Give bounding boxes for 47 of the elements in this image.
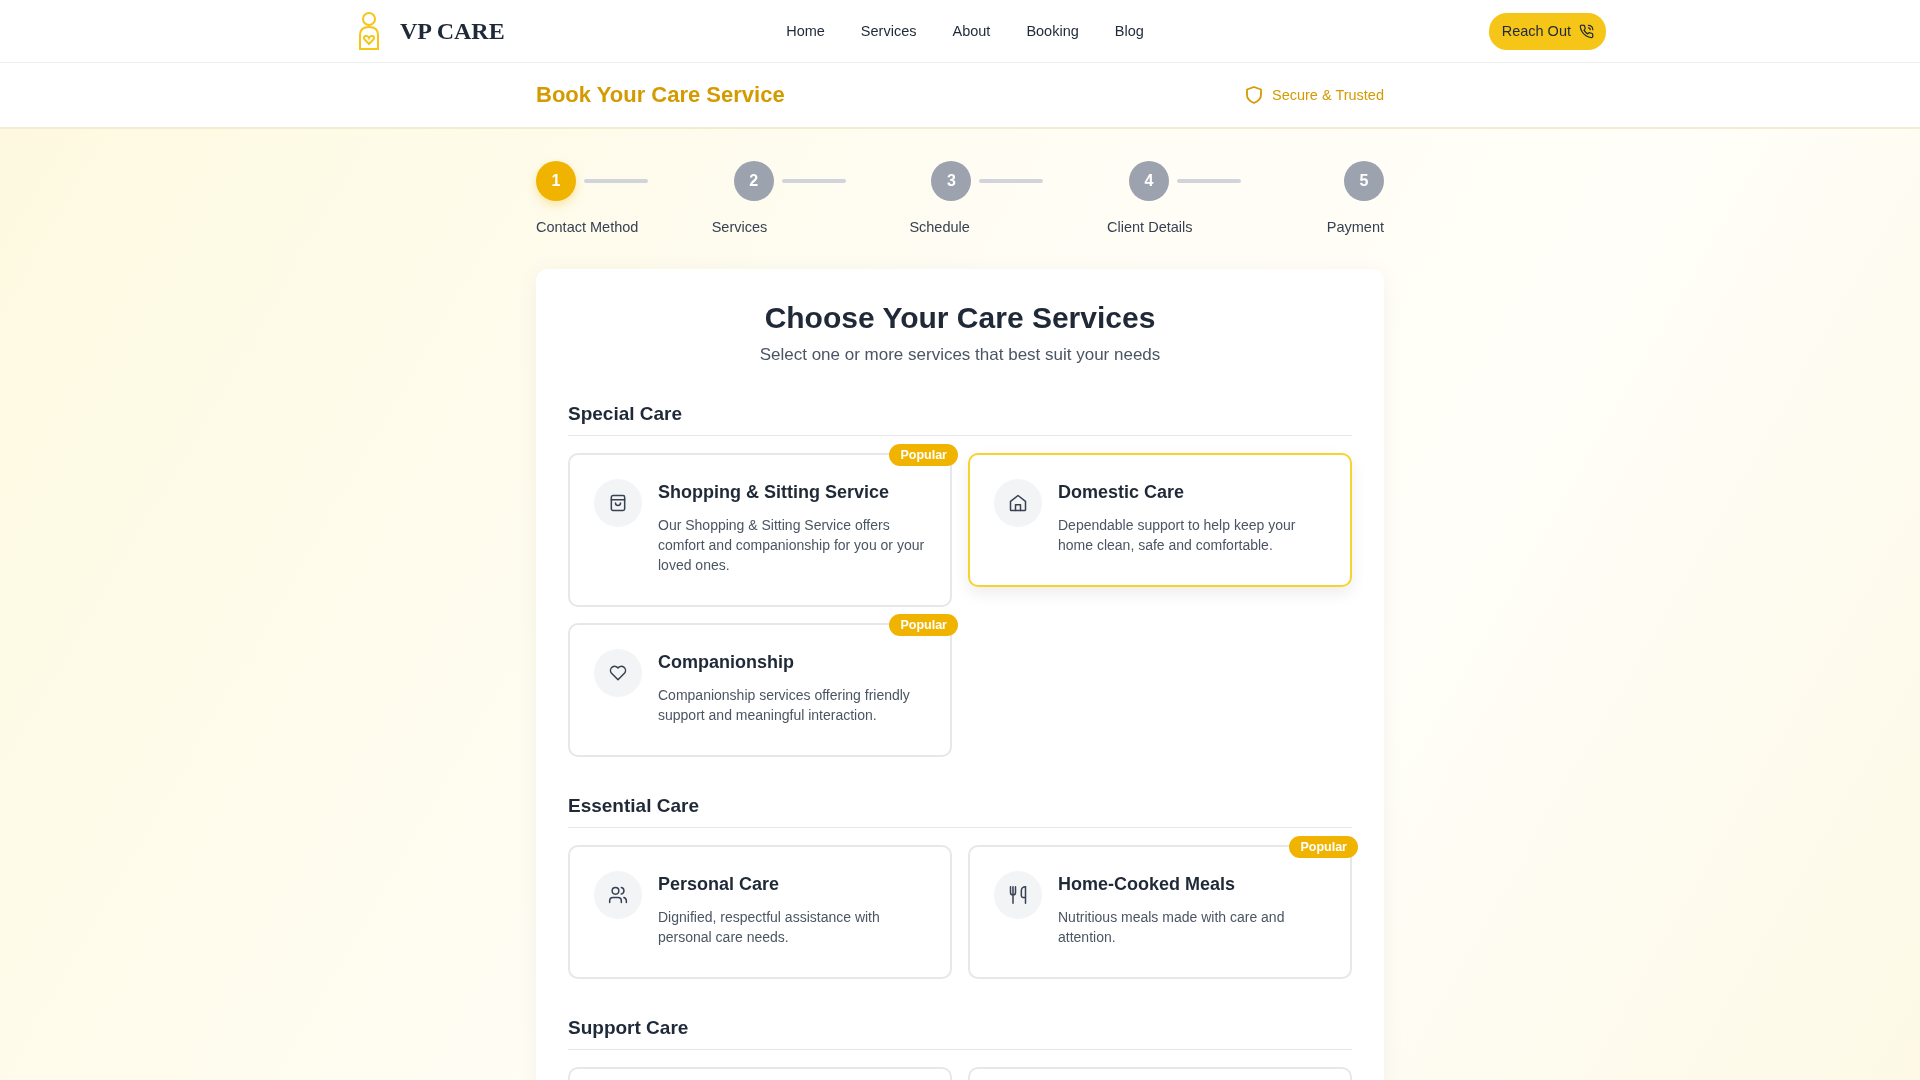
service-description: Nutritious meals made with care and attention. [1058,908,1286,947]
phone-icon [1579,23,1594,39]
person-heart-logo-icon [356,11,382,51]
heart-icon [608,663,628,683]
service-title: Companionship [658,652,795,673]
category-title: Special Care [568,403,1352,436]
step-label: Payment [1326,219,1384,235]
service-description: Our Shopping & Sitting Service offers comfort and companionship for you or your loved ones. [658,516,926,575]
category-title: Essential Care [568,795,1352,828]
page-title: Book Your Care Service [536,82,785,108]
service-title: Domestic Care [1058,482,1186,503]
service-title: Personal Care [658,874,781,895]
service-option[interactable]: Personal Care Dignified, respectful assistance with personal care needs. [568,845,952,979]
step-number: 5 [1344,161,1384,201]
step-label: Contact Method [536,219,640,235]
nav-link[interactable]: About [952,23,991,39]
nav-link[interactable]: Home [786,23,825,39]
step-label: Client Details [1107,219,1194,235]
service-description: Companionship services offering friendly support and meaningful interaction. [658,686,911,725]
step-number: 4 [1129,161,1170,201]
step-number: 2 [733,161,774,201]
secure-trusted-label: Secure & Trusted [1271,87,1384,103]
brand-name: VP CARE [400,17,505,45]
nav-link[interactable]: Booking [1026,23,1079,39]
step-label: Schedule [909,219,971,235]
section-subheading: Select one or more services that best suit your needs [758,345,1162,365]
section-heading: Choose Your Care Services [763,301,1157,335]
nav-link[interactable]: Services [860,23,917,39]
service-option[interactable]: Domestic Care Dependable support to help keep your home clean, safe and comfortable. [968,453,1352,587]
service-description: Dignified, respectful assistance with personal care needs. [658,908,881,947]
people-icon [607,885,629,905]
category-title: Support Care [568,1017,1352,1050]
shopping-bag-icon [608,493,628,513]
service-description: Dependable support to help keep your home clean, safe and comfortable. [1058,516,1297,555]
reach-out-button[interactable]: Reach Out [1488,12,1606,50]
fork-knife-icon [1008,884,1028,906]
step-number: 3 [931,161,972,201]
shield-icon [1245,86,1262,104]
popular-badge: Popular [889,444,958,466]
step-number: 1 [536,161,576,201]
house-icon [1008,493,1028,513]
service-title: Home-Cooked Meals [1058,874,1237,895]
popular-badge: Popular [889,614,958,636]
nav-link[interactable]: Blog [1114,23,1144,39]
step-label: Services [711,219,769,235]
service-title: Shopping & Sitting Service [658,482,891,503]
popular-badge: Popular [1289,836,1358,858]
